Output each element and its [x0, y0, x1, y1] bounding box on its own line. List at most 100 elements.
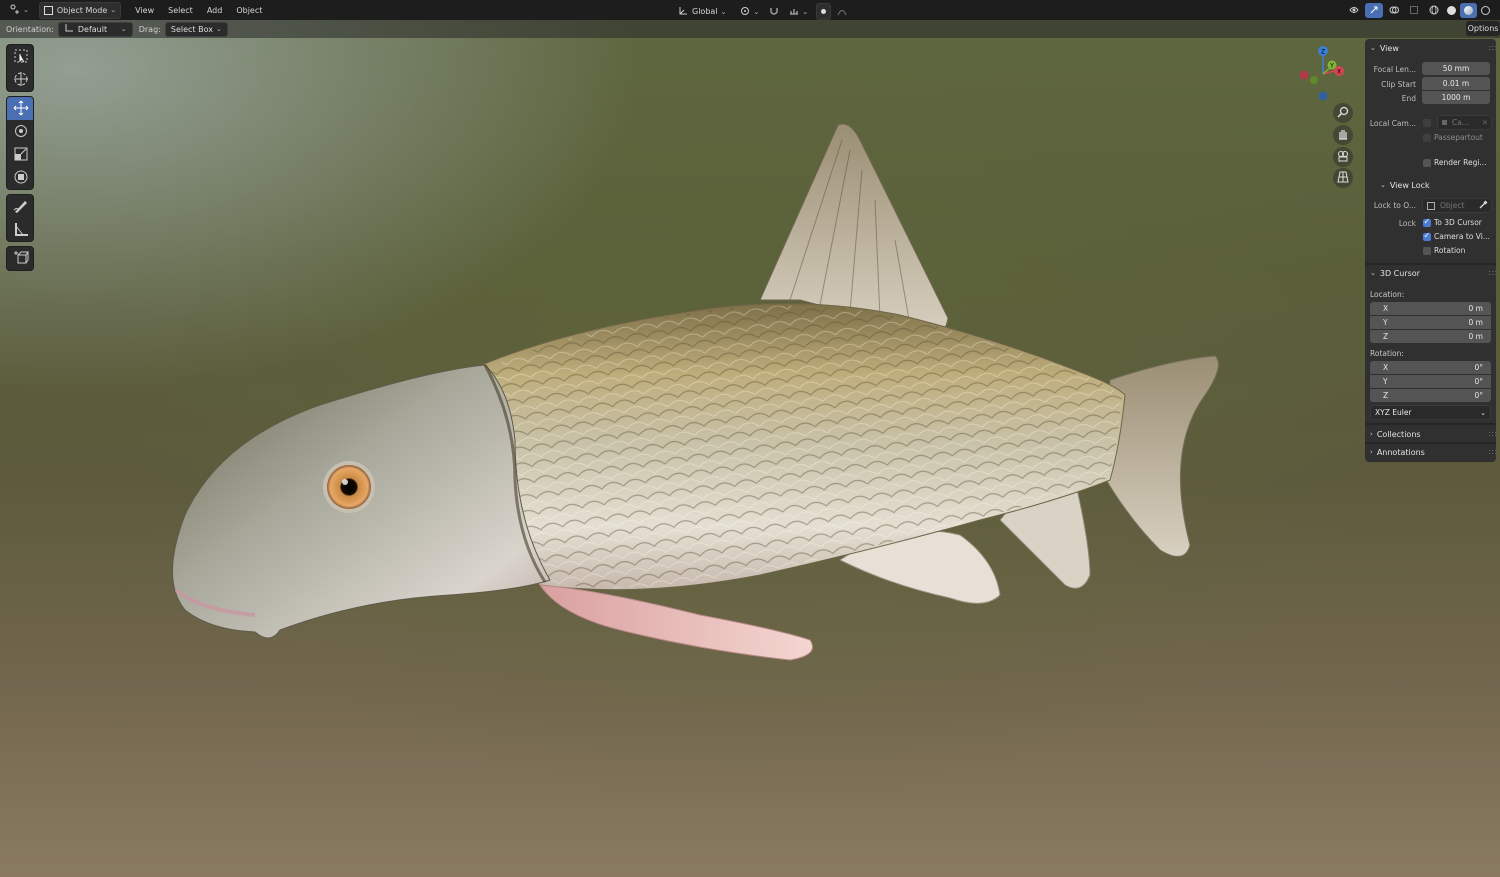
chevron-down-icon: ⌄: [1370, 269, 1376, 277]
chevron-down-icon: ⌄: [753, 7, 760, 16]
local-camera-label: Local Cam...: [1369, 119, 1416, 128]
material-sphere-icon: [1464, 6, 1473, 15]
gizmo-neg-z-axis[interactable]: [1318, 91, 1328, 101]
view-lock-header[interactable]: ⌄ View Lock: [1375, 177, 1496, 193]
snap-target-dropdown[interactable]: ⌄: [785, 4, 812, 19]
pan-button[interactable]: [1333, 125, 1353, 145]
menu-select[interactable]: Select: [164, 3, 197, 18]
drag-handle-icon[interactable]: [1488, 431, 1496, 437]
cursor-section-header[interactable]: ⌄ 3D Cursor: [1365, 265, 1496, 281]
lock-rotation-checkbox[interactable]: [1423, 247, 1431, 255]
drag-handle-icon[interactable]: [1488, 45, 1496, 51]
overlays-icon: [1389, 5, 1399, 17]
cursor-location-y[interactable]: Y 0 m: [1370, 316, 1491, 329]
gizmo-neg-x-axis[interactable]: [1299, 70, 1309, 80]
view-lock-title: View Lock: [1389, 180, 1430, 190]
lock-to-object-field[interactable]: Object: [1422, 198, 1492, 213]
magnet-icon: [769, 6, 779, 18]
chevron-down-icon: ⌄: [120, 25, 127, 33]
snap-toggle[interactable]: [765, 4, 783, 19]
pivot-point-dropdown[interactable]: ⌄: [736, 4, 763, 19]
clip-end-label: End: [1401, 94, 1416, 103]
clip-end-field[interactable]: 1000 m: [1422, 91, 1490, 104]
shading-rendered-button[interactable]: [1477, 3, 1494, 18]
options-button[interactable]: Options: [1466, 21, 1500, 36]
add-cube-tool[interactable]: [7, 247, 33, 270]
clip-start-label: Clip Start: [1381, 80, 1416, 89]
magnifier-icon: [1337, 106, 1349, 120]
eyedropper-icon[interactable]: [1479, 200, 1488, 211]
gizmo-toggle[interactable]: [1365, 3, 1383, 18]
cursor-location-z[interactable]: Z 0 m: [1370, 330, 1491, 343]
select-box-tool[interactable]: [7, 45, 33, 68]
navigation-gizmo[interactable]: Z X Y: [1296, 44, 1352, 102]
menu-add[interactable]: Add: [203, 3, 227, 18]
shading-material-button[interactable]: [1460, 3, 1477, 18]
scale-icon: [13, 146, 29, 164]
viewport-header: ⌄ Object Mode ⌄ View Select Add Object G…: [0, 0, 1500, 20]
xray-toggle[interactable]: [1405, 3, 1423, 18]
pivot-icon: [740, 6, 750, 18]
transform-tool[interactable]: [7, 166, 33, 189]
annotate-tool[interactable]: [7, 195, 33, 218]
cursor-tool[interactable]: [7, 68, 33, 91]
lock-to-cursor-checkbox[interactable]: [1423, 217, 1431, 227]
proportional-editing-toggle[interactable]: [816, 3, 832, 20]
lock-label: Lock: [1398, 219, 1416, 228]
fish-3d-model[interactable]: [0, 0, 1500, 877]
cursor-rotation-x[interactable]: X 0°: [1370, 361, 1491, 374]
cursor-location-x[interactable]: X 0 m: [1370, 302, 1491, 315]
scale-tool[interactable]: [7, 143, 33, 166]
clip-start-field[interactable]: 0.01 m: [1422, 77, 1490, 90]
drag-handle-icon[interactable]: [1488, 270, 1496, 276]
focal-length-field[interactable]: 50 mm: [1422, 62, 1490, 75]
rotation-mode-dropdown[interactable]: XYZ Euler ⌄: [1370, 405, 1491, 420]
drag-dropdown[interactable]: Select Box ⌄: [164, 21, 228, 37]
perspective-toggle-button[interactable]: [1333, 168, 1353, 188]
overlays-toggle[interactable]: [1385, 3, 1403, 18]
axis-label: X: [1383, 304, 1389, 313]
local-camera-checkbox[interactable]: [1423, 119, 1431, 127]
clear-x-icon[interactable]: ✕: [1482, 118, 1488, 127]
tool-group-add: [6, 246, 34, 271]
mode-selector[interactable]: Object Mode ⌄: [38, 1, 122, 19]
annotations-section-header[interactable]: › Annotations: [1365, 444, 1496, 460]
lock-rotation-label: Rotation: [1434, 246, 1466, 255]
orientation-axes-icon: [64, 23, 74, 35]
shading-wireframe-button[interactable]: [1425, 3, 1443, 18]
visibility-dropdown[interactable]: [1345, 3, 1363, 18]
local-camera-field[interactable]: Ca... ✕: [1437, 115, 1492, 130]
mode-label: Object Mode: [56, 5, 108, 15]
move-tool[interactable]: [7, 97, 33, 120]
editor-type-button[interactable]: ⌄: [6, 3, 33, 18]
chevron-down-icon: ⌄: [23, 6, 29, 14]
drag-handle-icon[interactable]: [1488, 449, 1496, 455]
shading-solid-button[interactable]: [1443, 3, 1460, 18]
location-label: Location:: [1370, 290, 1405, 299]
camera-to-view-checkbox[interactable]: [1423, 231, 1431, 241]
falloff-dropdown[interactable]: [833, 4, 851, 19]
render-region-checkbox[interactable]: [1423, 159, 1431, 167]
collections-section-header[interactable]: › Collections: [1365, 426, 1496, 442]
render-region-label: Render Regi...: [1434, 158, 1487, 167]
zoom-button[interactable]: [1333, 103, 1353, 123]
tool-settings-bar: Orientation: Default ⌄ Drag: Select Box …: [0, 20, 1500, 38]
passepartout-checkbox[interactable]: [1423, 134, 1431, 142]
measure-tool[interactable]: [7, 218, 33, 241]
camera-view-button[interactable]: [1333, 147, 1353, 167]
view-section-header[interactable]: ⌄ View: [1365, 40, 1496, 56]
tool-group-select: [6, 44, 34, 92]
object-cube-icon: [1427, 201, 1435, 210]
axis-label: X: [1383, 363, 1389, 372]
chevron-right-icon: ›: [1370, 448, 1373, 456]
orientation-dropdown[interactable]: Default ⌄: [57, 21, 133, 37]
transform-orientation-dropdown[interactable]: Global ⌄: [674, 4, 730, 19]
focal-length-label: Focal Len...: [1373, 65, 1416, 74]
cursor-rotation-z[interactable]: Z 0°: [1370, 389, 1491, 402]
rotate-tool[interactable]: [7, 120, 33, 143]
menu-view[interactable]: View: [131, 3, 158, 18]
cursor-rotation-y[interactable]: Y 0°: [1370, 375, 1491, 388]
menu-object[interactable]: Object: [232, 3, 266, 18]
rotation-label: Rotation:: [1370, 349, 1404, 358]
gizmo-neg-y-axis[interactable]: [1310, 76, 1318, 84]
